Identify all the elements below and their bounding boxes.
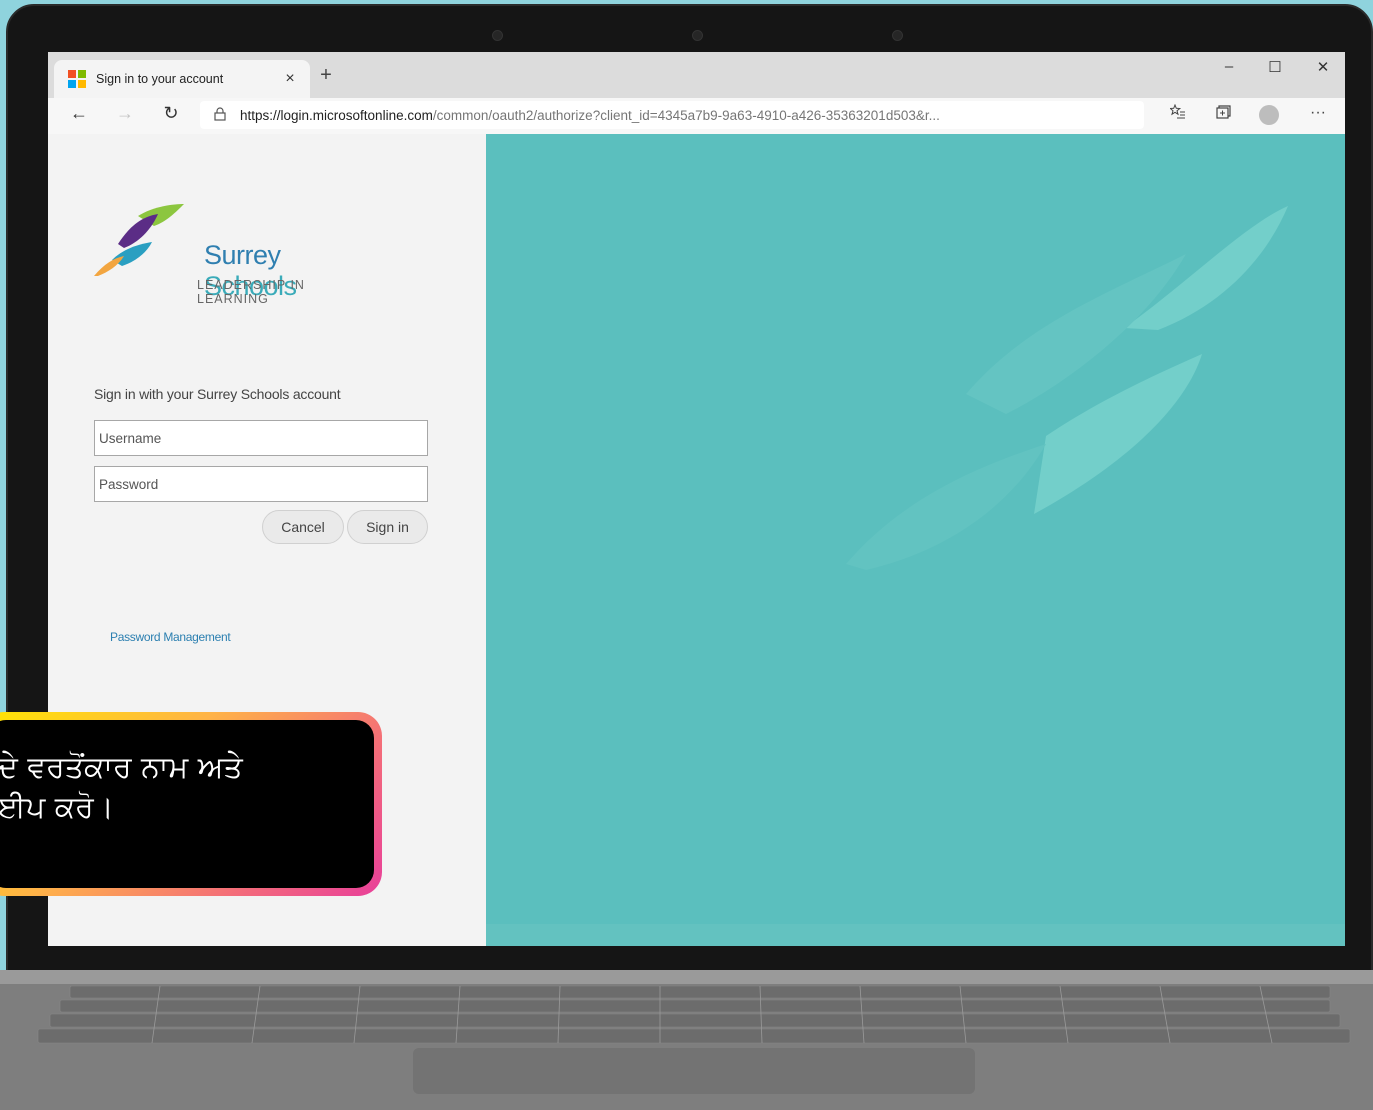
leaf-watermark-icon [846,206,1288,570]
microsoft-logo-icon [68,70,86,88]
sign-in-button[interactable]: Sign in [347,510,428,544]
camera-dot [692,30,703,41]
collections-icon[interactable] [1210,104,1236,125]
callout-text: ਦੇ ਵਰਤੋਂਕਾਰ ਨਾਮ ਅਤੇ ਈਪ ਕਰੋ। [0,720,374,888]
new-tab-button[interactable]: + [314,64,338,87]
navigation-bar: ← → ↻ https://login.microsoftonline.com /… [48,98,1345,135]
more-icon[interactable]: ··· [1305,104,1331,122]
address-bar[interactable]: https://login.microsoftonline.com/common… [200,101,1144,129]
branding-illustration [486,134,1345,946]
profile-icon[interactable] [1259,105,1279,125]
hinge [0,970,1373,984]
tab-bar: Sign in to your account × + – ☐ ✕ [48,52,1345,98]
close-window-button[interactable]: ✕ [1308,58,1338,76]
favorites-icon[interactable] [1165,103,1191,125]
logo-leaf-icon [94,204,184,276]
cancel-button[interactable]: Cancel [262,510,344,544]
callout-line-2: ਈਪ ਕਰੋ। [0,790,115,825]
camera-dot [892,30,903,41]
browser-tab[interactable]: Sign in to your account × [54,60,310,98]
password-management-link[interactable]: Password Management [110,630,231,644]
minimize-button[interactable]: – [1214,58,1244,75]
instruction-callout: ਦੇ ਵਰਤੋਂਕਾਰ ਨਾਮ ਅਤੇ ਈਪ ਕਰੋ। [0,712,382,896]
surrey-schools-logo: Surrey Schools LEADERSHIP IN LEARNING [94,204,364,306]
forward-arrow-icon[interactable]: → [112,103,138,124]
lock-icon [214,106,228,124]
school-tagline: LEADERSHIP IN LEARNING [197,278,305,306]
trackpad [413,1048,975,1094]
callout-line-1: ਦੇ ਵਰਤੋਂਕਾਰ ਨਾਮ ਅਤੇ [0,750,243,785]
tab-close-icon[interactable]: × [280,70,300,88]
back-arrow-icon[interactable]: ← [66,103,92,124]
sign-in-instruction: Sign in with your Surrey Schools account [94,386,341,402]
tab-title: Sign in to your account [96,72,224,86]
username-input[interactable] [94,420,428,456]
url-path: /common/oauth2/authorize?client_id=4345a… [432,107,940,123]
password-input[interactable] [94,466,428,502]
bottom-band [486,924,1345,946]
refresh-icon[interactable]: ↻ [158,103,184,124]
camera-dot [492,30,503,41]
url-host: https://login.microsoftonline.com [240,107,433,123]
keyboard-icon [37,986,1351,1044]
maximize-button[interactable]: ☐ [1260,58,1290,76]
